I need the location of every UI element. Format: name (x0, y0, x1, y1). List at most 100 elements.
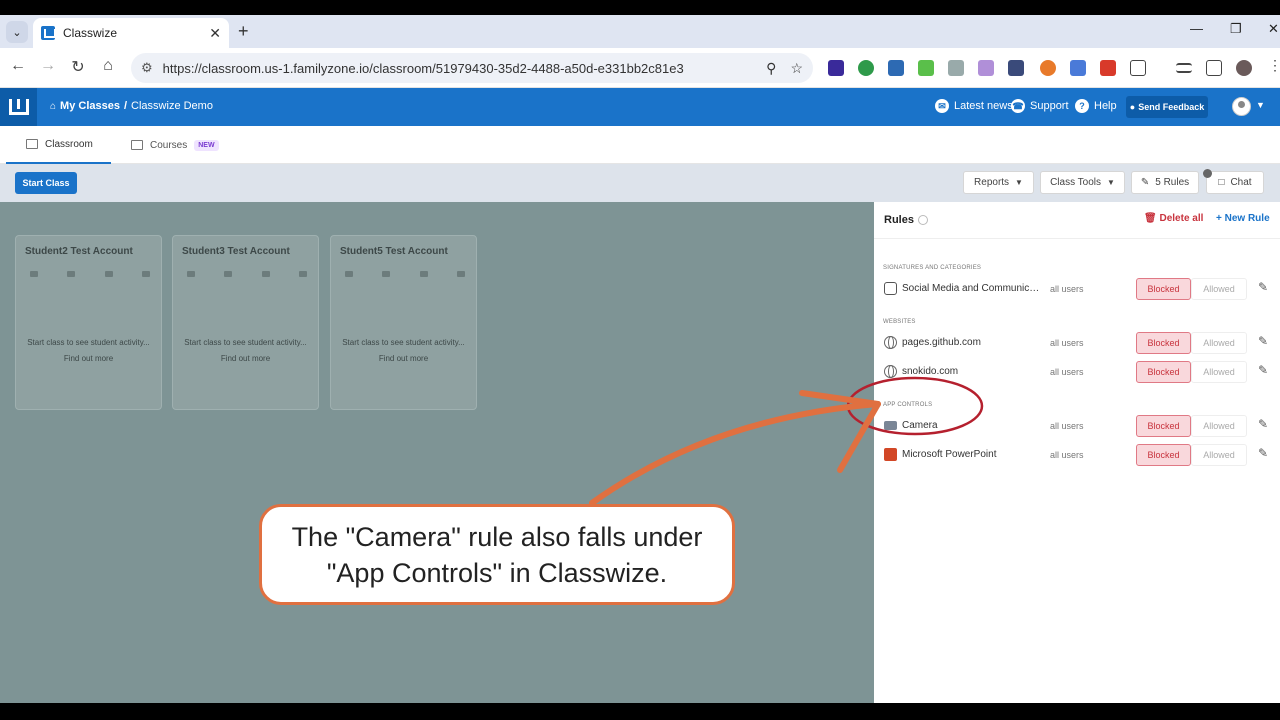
delete-all-button[interactable]: 🗑 Delete all (1144, 213, 1203, 224)
info-icon[interactable] (917, 215, 928, 225)
tab-courses[interactable]: Courses NEW (131, 126, 219, 164)
close-window-icon[interactable]: ✕ (1268, 21, 1279, 37)
edit-pencil-icon[interactable]: ✎ (1258, 363, 1268, 377)
screen-icon[interactable] (30, 271, 38, 277)
extension-c-icon[interactable] (828, 60, 844, 76)
minimize-icon[interactable]: — (1190, 21, 1203, 36)
extension-green-icon[interactable] (918, 60, 934, 76)
breadcrumb-my-classes[interactable]: My Classes (60, 100, 120, 112)
rule-scope: all users (1050, 367, 1084, 377)
send-feedback-button[interactable]: ● Send Feedback (1126, 96, 1208, 118)
blocked-toggle[interactable]: Blocked (1136, 278, 1191, 300)
rule-row: Microsoft PowerPoint all users Blocked A… (874, 442, 1280, 468)
side-panel-icon[interactable] (1206, 60, 1222, 76)
student-name: Student3 Test Account (182, 246, 290, 257)
chat-bubble-icon: ● (1129, 102, 1136, 112)
reading-list-icon[interactable] (1176, 63, 1192, 73)
student-card[interactable]: Student2 Test Account Start class to see… (15, 235, 162, 410)
help-link[interactable]: ? Help (1075, 99, 1117, 113)
pause-icon[interactable] (298, 271, 307, 277)
close-tab-icon[interactable]: ✕ (209, 25, 221, 42)
extension-translate-icon[interactable] (1070, 60, 1086, 76)
user-menu-chevron-icon[interactable]: ▼ (1256, 100, 1265, 110)
student-card-icons (345, 271, 465, 277)
omnibox[interactable]: ⚙ https://classroom.us-1.familyzone.io/c… (131, 53, 813, 83)
reload-icon[interactable]: ↻ (67, 57, 89, 77)
bookmark-star-icon[interactable]: ☆ (790, 60, 803, 77)
tab-classroom[interactable]: Classroom (6, 126, 111, 164)
rule-row: snokido.com all users Blocked Allowed ✎ (874, 359, 1280, 385)
pause-icon[interactable] (141, 271, 150, 277)
student-card[interactable]: Student5 Test Account Start class to see… (330, 235, 477, 410)
rule-name: Microsoft PowerPoint (902, 449, 997, 460)
phone-icon: ☎ (1011, 99, 1025, 113)
edit-pencil-icon[interactable]: ✎ (1258, 334, 1268, 348)
announce-icon[interactable] (67, 271, 76, 277)
site-info-icon[interactable]: ⚙ (141, 60, 153, 76)
find-out-more-link[interactable]: Find out more (16, 354, 161, 363)
allowed-toggle[interactable]: Allowed (1191, 415, 1247, 437)
edit-pencil-icon[interactable]: ✎ (1258, 417, 1268, 431)
find-out-more-link[interactable]: Find out more (331, 354, 476, 363)
section-signatures: SIGNATURES AND CATEGORIES (883, 265, 982, 271)
blocked-toggle[interactable]: Blocked (1136, 444, 1191, 466)
student-card[interactable]: Student3 Test Account Start class to see… (172, 235, 319, 410)
zoom-icon[interactable]: ⚲ (766, 60, 776, 77)
browser-menu-icon[interactable]: ⋮ (1264, 57, 1280, 74)
chat-button[interactable]: □ Chat (1206, 171, 1264, 194)
back-icon[interactable]: ← (7, 57, 29, 75)
edit-pencil-icon[interactable]: ✎ (1258, 280, 1268, 294)
forward-icon[interactable]: → (37, 57, 59, 75)
home-breadcrumb-icon[interactable]: ⌂ (50, 101, 56, 112)
extension-pin-icon[interactable] (1008, 60, 1024, 76)
browser-tab[interactable]: Classwize ✕ (33, 18, 229, 48)
edit-pencil-icon[interactable]: ✎ (1258, 446, 1268, 460)
screen-icon[interactable] (345, 271, 353, 277)
extension-leaf-icon[interactable] (858, 60, 874, 76)
rule-scope: all users (1050, 338, 1084, 348)
window-icon[interactable] (104, 271, 113, 277)
extension-mail-icon[interactable] (978, 60, 994, 76)
find-out-more-link[interactable]: Find out more (173, 354, 318, 363)
extension-cap-icon[interactable] (888, 60, 904, 76)
send-feedback-label: Send Feedback (1138, 102, 1205, 112)
announce-icon[interactable] (224, 271, 233, 277)
screen-icon[interactable] (187, 271, 195, 277)
profile-avatar-icon[interactable] (1236, 60, 1252, 76)
extensions-puzzle-icon[interactable] (1130, 60, 1146, 76)
user-avatar-icon[interactable] (1232, 97, 1251, 116)
allowed-toggle[interactable]: Allowed (1191, 278, 1247, 300)
support-link[interactable]: ☎ Support (1011, 99, 1069, 113)
blocked-toggle[interactable]: Blocked (1136, 332, 1191, 354)
rule-row: Social Media and Communica... all users … (874, 276, 1280, 302)
class-tools-button[interactable]: Class Tools ▼ (1040, 171, 1125, 194)
rules-button[interactable]: ✎ 5 Rules (1131, 171, 1199, 194)
classroom-icon (26, 139, 38, 149)
blocked-toggle[interactable]: Blocked (1136, 415, 1191, 437)
start-class-button[interactable]: Start Class (15, 172, 77, 194)
window-icon[interactable] (261, 271, 270, 277)
restore-icon[interactable]: ❐ (1230, 21, 1242, 37)
blocked-toggle[interactable]: Blocked (1136, 361, 1191, 383)
window-icon[interactable] (419, 271, 428, 277)
section-websites: WEBSITES (883, 319, 916, 325)
chat-icon: □ (1218, 177, 1225, 188)
extension-megaphone-icon[interactable] (1100, 60, 1116, 76)
tab-search-chevron-icon[interactable]: ⌄ (6, 21, 28, 43)
rule-scope: all users (1050, 284, 1084, 294)
allowed-toggle[interactable]: Allowed (1191, 332, 1247, 354)
pause-icon[interactable] (456, 271, 465, 277)
extension-camera-icon[interactable] (948, 60, 964, 76)
new-tab-icon[interactable]: + (238, 21, 249, 42)
announce-icon[interactable] (382, 271, 391, 277)
allowed-toggle[interactable]: Allowed (1191, 444, 1247, 466)
page-tabs: Classroom Courses NEW (0, 126, 1280, 164)
new-rule-button[interactable]: + New Rule (1216, 213, 1270, 224)
home-icon[interactable]: ⌂ (97, 57, 119, 75)
latest-news-link[interactable]: ✉ Latest news (935, 99, 1013, 113)
student-status-text: Start class to see student activity... (342, 338, 465, 347)
allowed-toggle[interactable]: Allowed (1191, 361, 1247, 383)
classwize-logo-icon[interactable] (0, 88, 37, 126)
reports-button[interactable]: Reports ▼ (963, 171, 1034, 194)
extension-b-icon[interactable] (1040, 60, 1056, 76)
